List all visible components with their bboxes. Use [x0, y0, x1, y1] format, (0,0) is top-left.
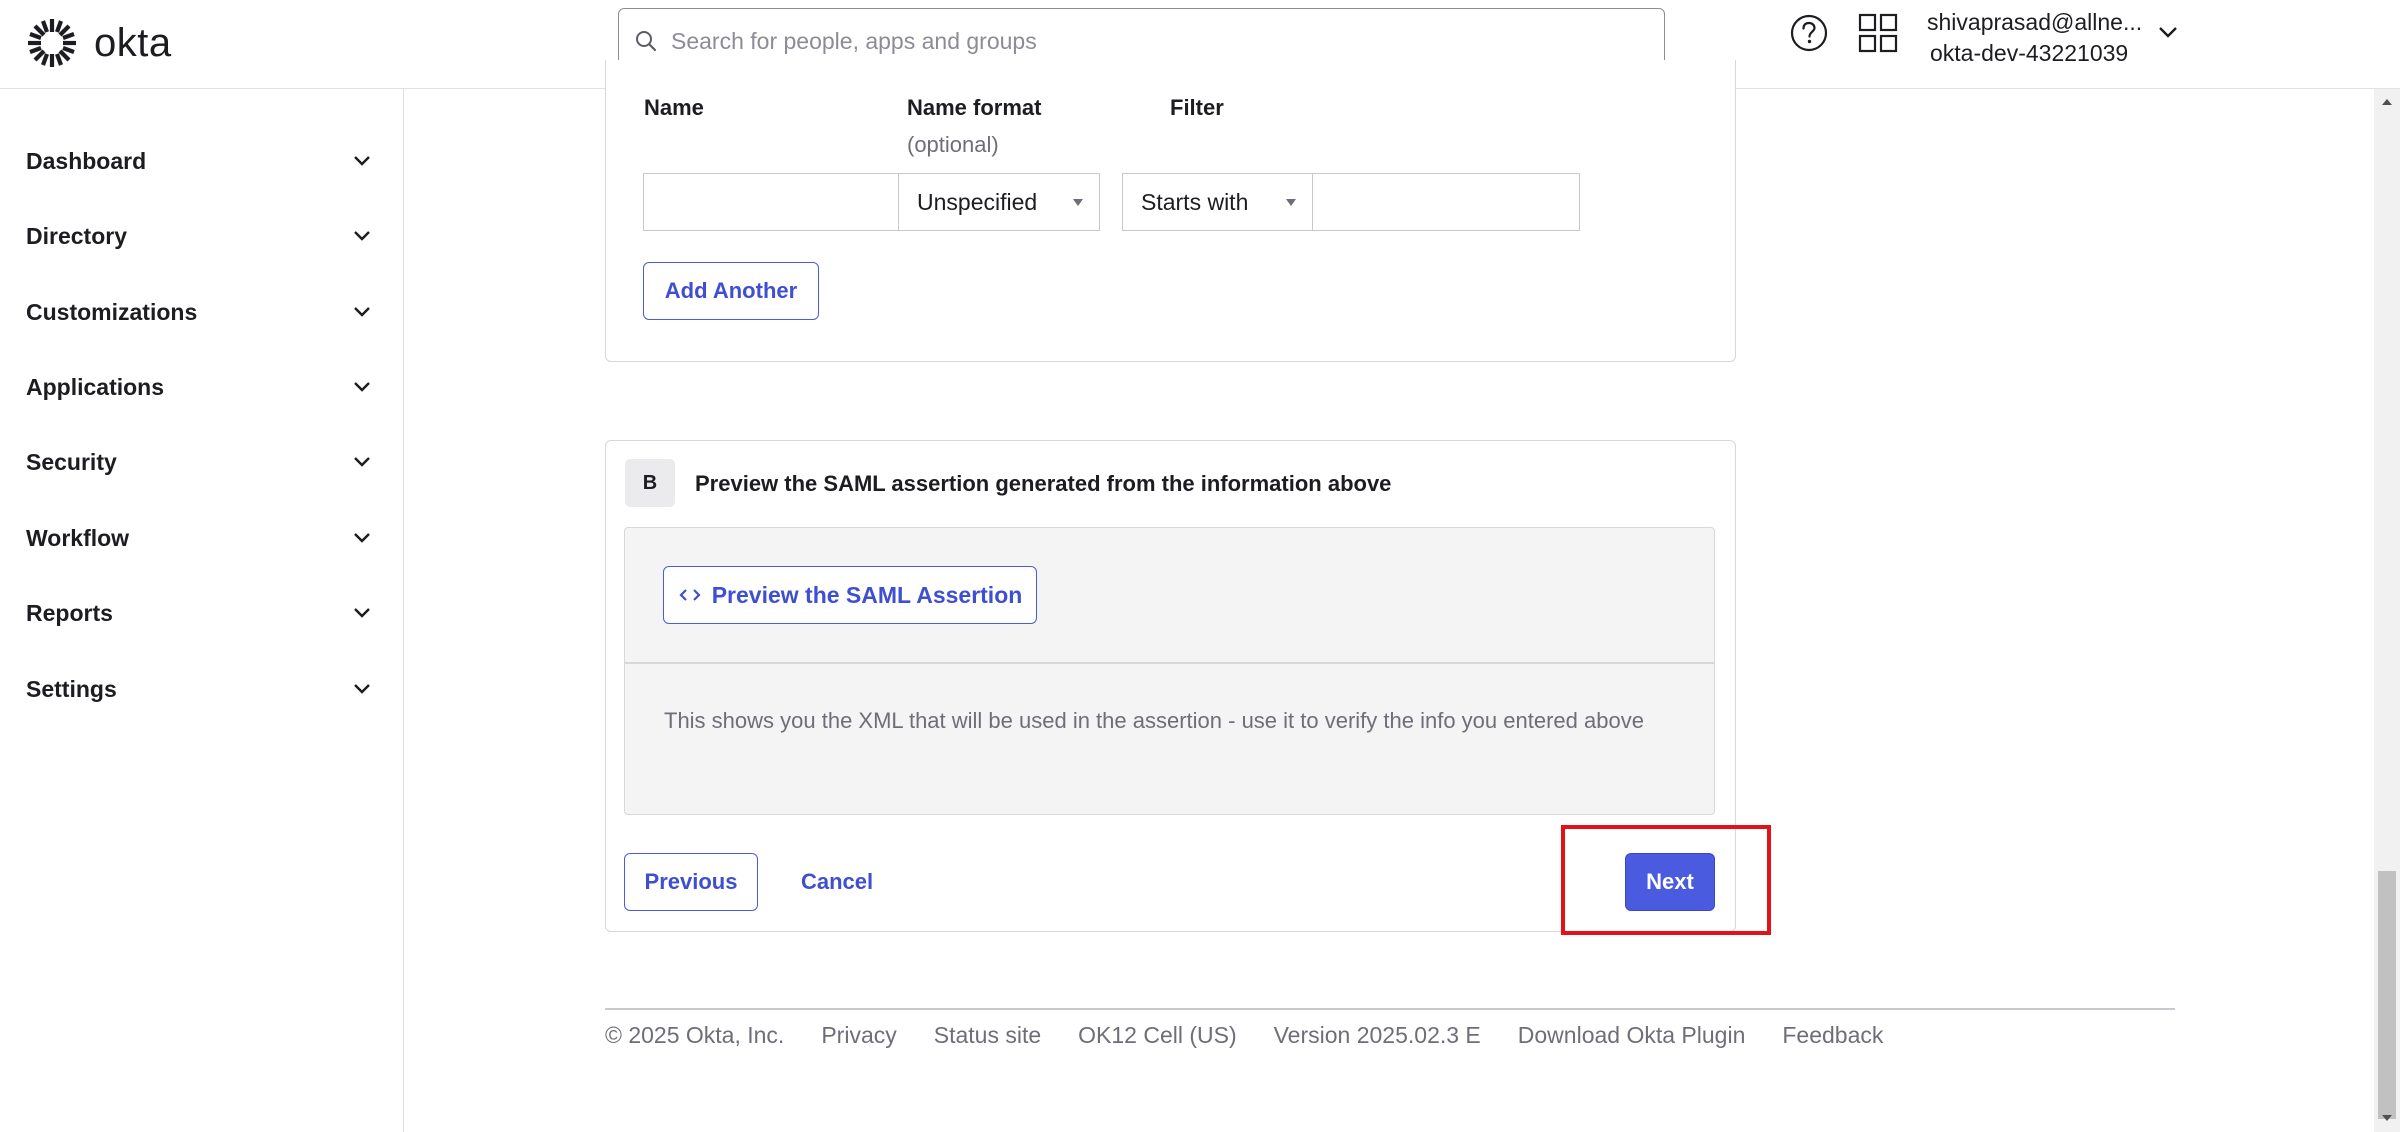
help-icon[interactable] — [1789, 13, 1829, 58]
footer-divider — [605, 1008, 2175, 1010]
step-badge: B — [625, 459, 675, 507]
user-menu[interactable]: shivaprasad@allne... okta-dev-43221039 — [1927, 9, 2152, 67]
search-placeholder: Search for people, apps and groups — [671, 27, 1037, 54]
sidebar-item-directory[interactable]: Directory — [26, 211, 372, 261]
scroll-up-arrow-icon[interactable] — [2381, 97, 2393, 107]
okta-wordmark: okta — [94, 20, 172, 65]
chevron-down-icon[interactable] — [2157, 24, 2179, 45]
footer-privacy-link[interactable]: Privacy — [821, 1022, 896, 1049]
attribute-name-input[interactable] — [643, 173, 899, 231]
previous-button[interactable]: Previous — [624, 853, 758, 911]
chevron-down-icon — [354, 382, 370, 392]
sidebar-item-label: Reports — [26, 599, 113, 626]
caret-down-icon — [1073, 199, 1083, 206]
sidebar-item-reports[interactable]: Reports — [26, 588, 372, 638]
chevron-down-icon — [354, 457, 370, 467]
footer-feedback-link[interactable]: Feedback — [1782, 1022, 1883, 1049]
sidebar-item-dashboard[interactable]: Dashboard — [26, 136, 372, 186]
search-icon — [636, 31, 657, 52]
sidebar-item-label: Customizations — [26, 298, 198, 325]
sidebar-item-label: Applications — [26, 373, 165, 400]
name-format-value: Unspecified — [917, 188, 1038, 215]
chevron-down-icon — [354, 684, 370, 694]
org-name: okta-dev-43221039 — [1930, 40, 2129, 66]
highlight-annotation — [1561, 825, 1771, 935]
chevron-down-icon — [354, 307, 370, 317]
scroll-down-arrow-icon[interactable] — [2381, 1113, 2393, 1123]
chevron-down-icon — [354, 608, 370, 618]
footer-plugin-link[interactable]: Download Okta Plugin — [1518, 1022, 1746, 1049]
user-email: shivaprasad@allne... — [1927, 9, 2143, 35]
preview-saml-assertion-button[interactable]: Preview the SAML Assertion — [663, 566, 1037, 624]
footer: © 2025 Okta, Inc. Privacy Status site OK… — [605, 1022, 1883, 1049]
step-title: Preview the SAML assertion generated fro… — [695, 471, 1392, 496]
sidebar-item-security[interactable]: Security — [26, 437, 372, 487]
app-grid-icon[interactable] — [1858, 13, 1898, 58]
filter-type-select[interactable]: Starts with — [1122, 173, 1313, 231]
okta-sunburst-icon — [28, 19, 76, 67]
add-another-button[interactable]: Add Another — [643, 262, 819, 320]
column-subheader-optional: (optional) — [907, 132, 999, 157]
divider — [625, 662, 1714, 664]
sidebar-item-label: Security — [26, 448, 117, 475]
sidebar-item-label: Dashboard — [26, 147, 147, 174]
chevron-down-icon — [354, 156, 370, 166]
caret-down-icon — [1286, 199, 1296, 206]
okta-logo[interactable]: okta — [26, 17, 172, 69]
chevron-down-icon — [354, 533, 370, 543]
name-format-select[interactable]: Unspecified — [898, 173, 1100, 231]
column-header-filter: Filter — [1170, 95, 1224, 120]
cancel-button[interactable]: Cancel — [801, 869, 873, 895]
vertical-scrollbar[interactable] — [2374, 89, 2400, 1132]
footer-copyright: © 2025 Okta, Inc. — [605, 1022, 785, 1048]
footer-cell: OK12 Cell (US) — [1078, 1022, 1237, 1048]
filter-type-value: Starts with — [1141, 188, 1249, 215]
saml-preview-panel: Preview the SAML Assertion This shows yo… — [624, 527, 1715, 815]
filter-value-input[interactable] — [1312, 173, 1580, 231]
sidebar: Dashboard Directory Customizations Appli… — [0, 89, 404, 1132]
sidebar-item-settings[interactable]: Settings — [26, 664, 372, 714]
code-icon — [679, 589, 701, 601]
preview-description: This shows you the XML that will be used… — [664, 708, 1644, 733]
sidebar-item-label: Directory — [26, 222, 127, 249]
sidebar-item-label: Settings — [26, 675, 117, 702]
sidebar-item-customizations[interactable]: Customizations — [26, 287, 372, 337]
column-header-name-format: Name format — [907, 95, 1042, 120]
sidebar-item-workflow[interactable]: Workflow — [26, 513, 372, 563]
chevron-down-icon — [354, 231, 370, 241]
footer-status-link[interactable]: Status site — [934, 1022, 1041, 1049]
sidebar-item-applications[interactable]: Applications — [26, 362, 372, 412]
sidebar-item-label: Workflow — [26, 524, 130, 551]
footer-version: Version 2025.02.3 E — [1273, 1022, 1481, 1048]
column-header-name: Name — [644, 95, 704, 120]
scrollbar-thumb[interactable] — [2378, 871, 2396, 1119]
preview-button-label: Preview the SAML Assertion — [711, 581, 1023, 608]
